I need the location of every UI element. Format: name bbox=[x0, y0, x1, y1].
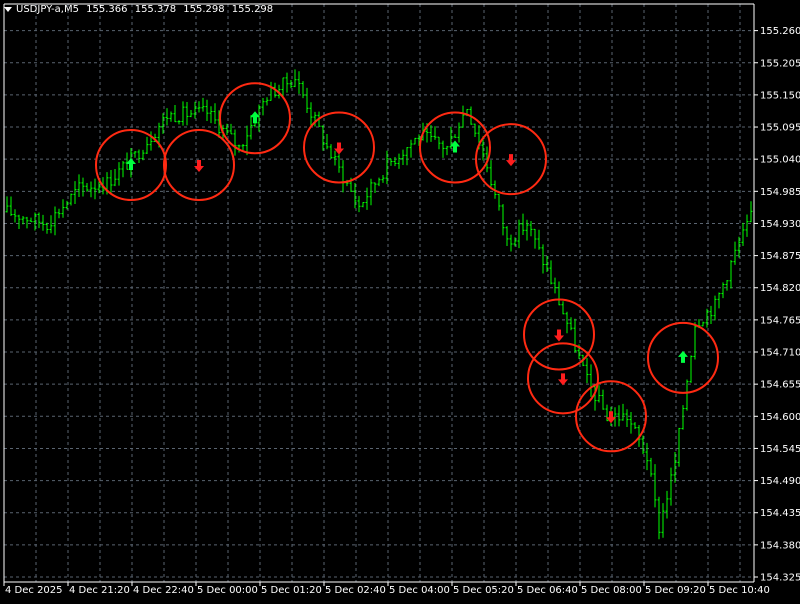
x-tick-label: 5 Dec 10:40 bbox=[709, 585, 770, 596]
x-tick-label: 4 Dec 2025 bbox=[5, 585, 63, 596]
y-tick-label: 154.765 bbox=[760, 315, 800, 326]
close-price: 155.298 bbox=[231, 4, 274, 15]
y-tick-label: 154.985 bbox=[760, 187, 800, 198]
chart-area[interactable]: 155.260 155.205 155.150 155.095 155.040 154.9… bbox=[0, 0, 800, 600]
y-tick-label: 154.875 bbox=[760, 251, 800, 262]
y-tick-label: 154.655 bbox=[760, 380, 800, 391]
x-tick-label: 5 Dec 01:20 bbox=[261, 585, 322, 596]
x-tick-label: 5 Dec 09:20 bbox=[645, 585, 706, 596]
y-tick-label: 155.260 bbox=[760, 26, 800, 37]
low-price: 155.298 bbox=[183, 4, 225, 15]
x-tick-label: 4 Dec 21:20 bbox=[69, 585, 130, 596]
y-tick-label: 154.710 bbox=[760, 348, 800, 359]
x-tick-label: 5 Dec 06:40 bbox=[517, 585, 578, 596]
y-tick-label: 154.545 bbox=[760, 444, 800, 455]
y-tick-label: 154.820 bbox=[760, 283, 800, 294]
y-tick-label: 155.040 bbox=[760, 155, 800, 166]
x-tick-label: 5 Dec 05:20 bbox=[453, 585, 514, 596]
y-tick-label: 155.095 bbox=[760, 123, 800, 134]
y-tick-label: 154.490 bbox=[760, 476, 800, 487]
x-tick-label: 5 Dec 00:00 bbox=[197, 585, 258, 596]
chart-background bbox=[0, 0, 800, 600]
y-tick-label: 155.150 bbox=[760, 90, 800, 101]
symbol-name: USDJPY-a,M5 bbox=[16, 4, 79, 15]
high-price: 155.378 bbox=[134, 4, 177, 15]
y-tick-label: 154.600 bbox=[760, 412, 800, 423]
symbol-header[interactable]: USDJPY-a,M5 155.366 155.378 155.298 155.… bbox=[4, 4, 277, 15]
y-tick-label: 154.380 bbox=[760, 540, 800, 551]
x-tick-label: 5 Dec 04:00 bbox=[389, 585, 450, 596]
price-chart[interactable]: 155.260 155.205 155.150 155.095 155.040 154.9… bbox=[0, 0, 800, 600]
x-tick-label: 4 Dec 22:40 bbox=[133, 585, 194, 596]
y-tick-label: 155.205 bbox=[760, 58, 800, 69]
x-tick-label: 5 Dec 08:00 bbox=[581, 585, 642, 596]
y-tick-label: 154.435 bbox=[760, 508, 800, 519]
y-tick-label: 154.930 bbox=[760, 219, 800, 230]
y-tick-label: 154.325 bbox=[760, 573, 800, 584]
open-price: 155.366 bbox=[86, 4, 128, 15]
x-tick-label: 5 Dec 02:40 bbox=[325, 585, 386, 596]
collapse-triangle-icon[interactable] bbox=[4, 6, 12, 12]
